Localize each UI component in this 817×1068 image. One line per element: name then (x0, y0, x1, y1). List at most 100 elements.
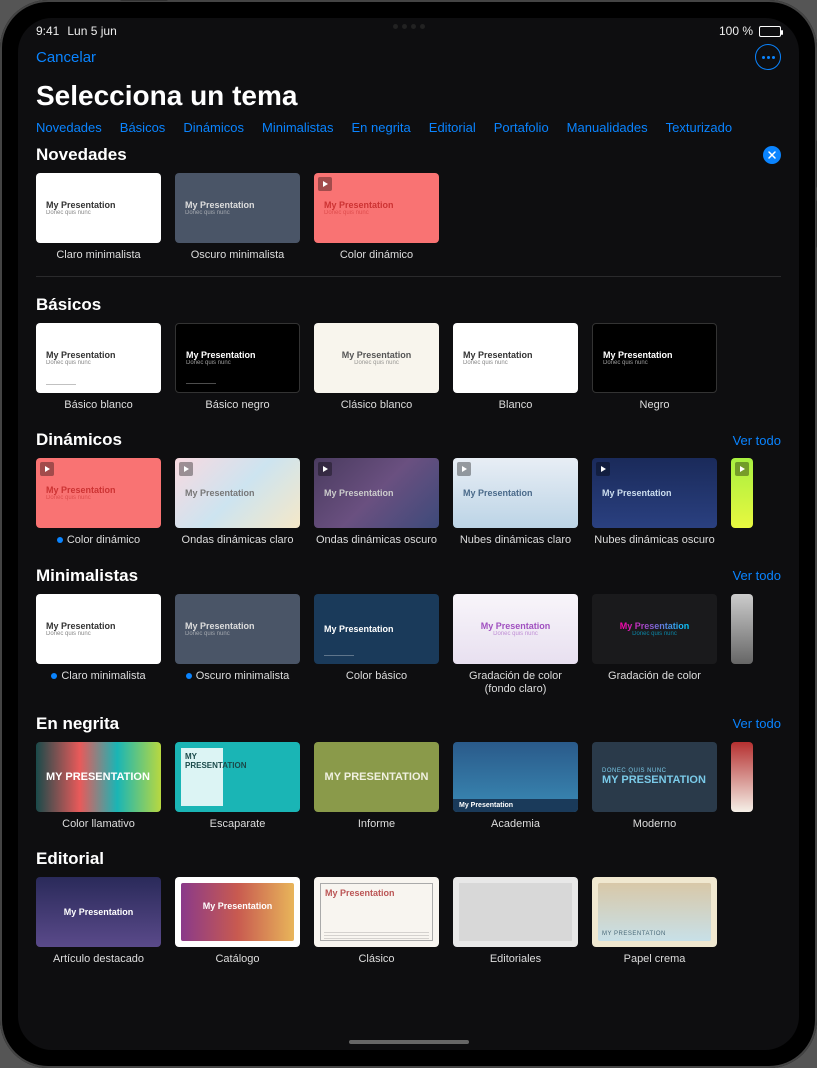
section-editorial: Editorial My Presentation Artículo desta… (36, 849, 781, 966)
theme-label: Papel crema (592, 953, 717, 966)
see-all-link[interactable]: Ver todo (733, 568, 781, 583)
theme-label: Ondas dinámicas oscuro (314, 534, 439, 547)
theme-label: Color básico (314, 670, 439, 683)
category-tabs: Novedades Básicos Dinámicos Minimalistas… (18, 120, 799, 145)
theme-academia[interactable]: My Presentation Academia (453, 742, 578, 831)
theme-peek[interactable] (731, 742, 753, 831)
tab-en-negrita[interactable]: En negrita (352, 120, 411, 135)
theme-negro[interactable]: My PresentationDonec quis nunc Negro (592, 323, 717, 412)
theme-gradacion-fondo-claro[interactable]: My PresentationDonec quis nunc Gradación… (453, 594, 578, 696)
theme-label: Básico blanco (36, 399, 161, 412)
theme-gradacion-color[interactable]: My PresentationDonec quis nunc Gradación… (592, 594, 717, 696)
theme-ondas-dinamicas-oscuro[interactable]: My Presentation Ondas dinámicas oscuro (314, 458, 439, 547)
theme-label: Nubes dinámicas oscuro (592, 534, 717, 547)
theme-oscuro-minimalista[interactable]: My PresentationDonec quis nunc Oscuro mi… (175, 173, 300, 262)
theme-label: Clásico (314, 953, 439, 966)
theme-label: Editoriales (453, 953, 578, 966)
theme-label: Oscuro minimalista (175, 249, 300, 262)
status-battery-pct: 100 % (719, 24, 753, 38)
theme-label: Básico negro (175, 399, 300, 412)
section-basicos: Básicos My PresentationDonec quis nunc B… (36, 295, 781, 412)
theme-label: Color llamativo (36, 818, 161, 831)
section-novedades: Novedades My PresentationDonec quis nunc… (36, 145, 781, 277)
more-button[interactable] (755, 44, 781, 70)
theme-label: Nubes dinámicas claro (453, 534, 578, 547)
status-date: Lun 5 jun (67, 24, 116, 38)
theme-nubes-dinamicas-claro[interactable]: My Presentation Nubes dinámicas claro (453, 458, 578, 547)
theme-informe[interactable]: MY PRESENTATION Informe (314, 742, 439, 831)
theme-claro-minimalista[interactable]: My PresentationDonec quis nunc Claro min… (36, 594, 161, 696)
theme-peek[interactable] (731, 458, 753, 547)
theme-label: Color dinámico (36, 534, 161, 547)
close-section-button[interactable] (763, 146, 781, 164)
theme-moderno[interactable]: Donec quis nuncMY PRESENTATION Moderno (592, 742, 717, 831)
theme-label: Artículo destacado (36, 953, 161, 966)
theme-label: Blanco (453, 399, 578, 412)
theme-basico-blanco[interactable]: My PresentationDonec quis nunc Básico bl… (36, 323, 161, 412)
theme-color-dinamico[interactable]: My PresentationDonec quis nunc Color din… (36, 458, 161, 547)
theme-label: Oscuro minimalista (175, 670, 300, 683)
theme-claro-minimalista[interactable]: My PresentationDonec quis nunc Claro min… (36, 173, 161, 262)
theme-color-basico[interactable]: My Presentation Color básico (314, 594, 439, 696)
tab-texturizado[interactable]: Texturizado (666, 120, 732, 135)
status-time: 9:41 (36, 24, 59, 38)
theme-label: Claro minimalista (36, 670, 161, 683)
theme-clasico[interactable]: My Presentation Clásico (314, 877, 439, 966)
tab-minimalistas[interactable]: Minimalistas (262, 120, 334, 135)
close-icon (767, 150, 777, 160)
theme-label: Informe (314, 818, 439, 831)
tab-manualidades[interactable]: Manualidades (567, 120, 648, 135)
home-indicator[interactable] (349, 1040, 469, 1044)
theme-catalogo[interactable]: My Presentation Catálogo (175, 877, 300, 966)
theme-label: Catálogo (175, 953, 300, 966)
theme-clasico-blanco[interactable]: My PresentationDonec quis nunc Clásico b… (314, 323, 439, 412)
tab-basicos[interactable]: Básicos (120, 120, 166, 135)
theme-nubes-dinamicas-oscuro[interactable]: My Presentation Nubes dinámicas oscuro (592, 458, 717, 547)
theme-label: Gradación de color (592, 670, 717, 683)
theme-label: Moderno (592, 818, 717, 831)
section-en-negrita: En negrita Ver todo MY PRESENTATION Colo… (36, 714, 781, 831)
theme-escaparate[interactable]: MY PRESENTATION Escaparate (175, 742, 300, 831)
section-dinamicos: Dinámicos Ver todo My PresentationDonec … (36, 430, 781, 547)
tab-editorial[interactable]: Editorial (429, 120, 476, 135)
see-all-link[interactable]: Ver todo (733, 433, 781, 448)
section-title: En negrita (36, 714, 119, 734)
camera-dots (393, 24, 425, 29)
status-bar: 9:41 Lun 5 jun 100 % (18, 18, 799, 40)
theme-oscuro-minimalista[interactable]: My PresentationDonec quis nunc Oscuro mi… (175, 594, 300, 696)
play-icon (457, 462, 471, 476)
theme-label: Gradación de color (fondo claro) (453, 670, 578, 696)
theme-basico-negro[interactable]: My PresentationDonec quis nunc Básico ne… (175, 323, 300, 412)
cancel-button[interactable]: Cancelar (36, 49, 96, 66)
page-title: Selecciona un tema (18, 76, 799, 120)
theme-peek[interactable] (731, 594, 753, 696)
play-icon (318, 177, 332, 191)
battery-icon (759, 26, 781, 37)
tab-dinamicos[interactable]: Dinámicos (183, 120, 244, 135)
play-icon (318, 462, 332, 476)
theme-articulo-destacado[interactable]: My Presentation Artículo destacado (36, 877, 161, 966)
theme-editoriales[interactable]: Editoriales (453, 877, 578, 966)
theme-ondas-dinamicas-claro[interactable]: My Presentation Ondas dinámicas claro (175, 458, 300, 547)
tab-portafolio[interactable]: Portafolio (494, 120, 549, 135)
play-icon (735, 462, 749, 476)
section-title: Dinámicos (36, 430, 122, 450)
tab-novedades[interactable]: Novedades (36, 120, 102, 135)
section-title: Minimalistas (36, 566, 138, 586)
theme-color-dinamico[interactable]: My PresentationDonec quis nunc Color din… (314, 173, 439, 262)
theme-blanco[interactable]: My PresentationDonec quis nunc Blanco (453, 323, 578, 412)
section-title: Novedades (36, 145, 127, 165)
see-all-link[interactable]: Ver todo (733, 716, 781, 731)
theme-papel-crema[interactable]: MY PRESENTATION Papel crema (592, 877, 717, 966)
theme-label: Clásico blanco (314, 399, 439, 412)
theme-color-llamativo[interactable]: MY PRESENTATION Color llamativo (36, 742, 161, 831)
theme-label: Color dinámico (314, 249, 439, 262)
play-icon (596, 462, 610, 476)
theme-label: Escaparate (175, 818, 300, 831)
section-title: Básicos (36, 295, 101, 315)
theme-label: Negro (592, 399, 717, 412)
theme-label: Academia (453, 818, 578, 831)
theme-label: Ondas dinámicas claro (175, 534, 300, 547)
play-icon (40, 462, 54, 476)
theme-label: Claro minimalista (36, 249, 161, 262)
